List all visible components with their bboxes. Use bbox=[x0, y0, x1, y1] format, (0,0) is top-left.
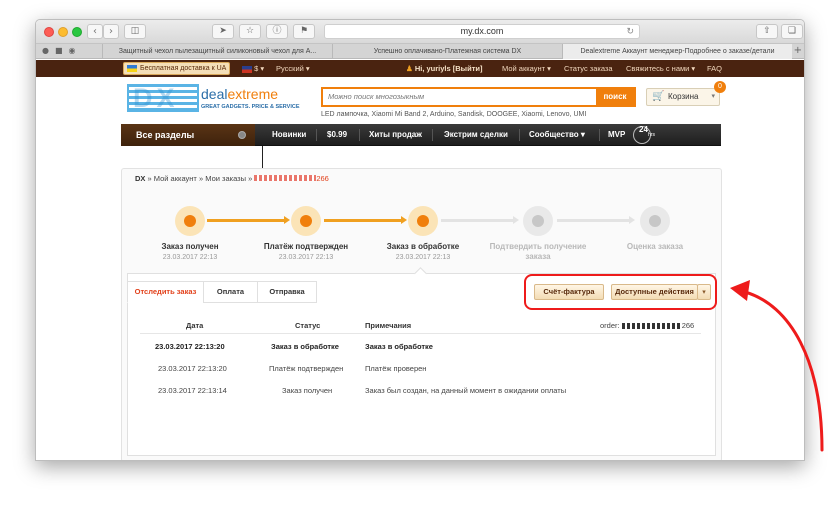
arrow-head bbox=[730, 280, 750, 301]
annotation-arrow bbox=[730, 280, 824, 452]
arrow-stroke bbox=[743, 290, 824, 452]
